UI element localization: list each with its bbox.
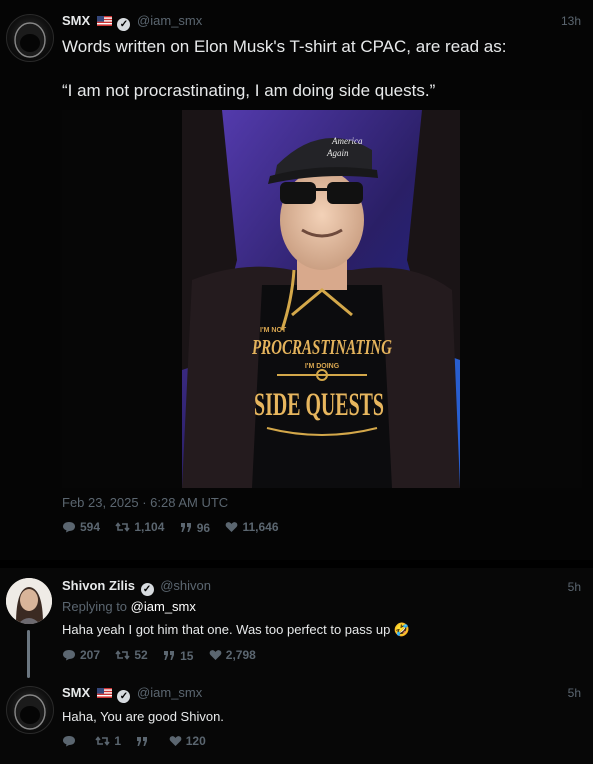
retweet-icon xyxy=(115,650,130,660)
tweet-photo[interactable]: America Again I'M NOT PROCRASTINATING I'… xyxy=(182,110,460,488)
author-handle[interactable]: @iam_smx xyxy=(137,685,202,700)
heart-icon xyxy=(169,736,182,746)
like-count: 2,798 xyxy=(225,648,256,662)
tweet-time[interactable]: 5h xyxy=(568,686,581,700)
quote-button[interactable] xyxy=(136,736,153,747)
shirt-small-text-1: I'M NOT xyxy=(260,327,287,334)
author-name[interactable]: SMX xyxy=(62,13,90,28)
retweet-count: 1 xyxy=(114,734,122,748)
shirt-big-text-1: PROCRASTINATING xyxy=(251,335,392,359)
thread-line xyxy=(27,630,30,678)
author-name[interactable]: SMX xyxy=(62,685,90,700)
quote-icon xyxy=(180,523,191,532)
reply-icon xyxy=(63,736,75,747)
retweet-icon xyxy=(95,736,110,746)
reply-icon xyxy=(63,522,75,533)
heart-icon xyxy=(226,522,238,532)
us-flag-icon xyxy=(96,688,112,698)
quote-icon xyxy=(164,651,175,660)
reply-tweet-1: Shivon Zilis ✓ @shivon 5h Replying to @i… xyxy=(0,568,593,680)
shirt-big-text-2: SIDE QUESTS xyxy=(254,387,384,423)
retweet-button[interactable]: 1,104 xyxy=(115,520,164,534)
tweet-text: Words written on Elon Musk's T-shirt at … xyxy=(62,36,506,102)
quote-icon xyxy=(137,737,148,746)
verified-badge-icon: ✓ xyxy=(117,690,131,703)
like-button[interactable]: 120 xyxy=(169,734,206,748)
tweet-stats: 1 120 xyxy=(62,734,218,750)
avatar-helmet-icon xyxy=(14,694,46,730)
replying-to: Replying to @iam_smx xyxy=(62,599,196,614)
retweet-button[interactable]: 52 xyxy=(115,648,148,662)
tweet-header: SMX ✓ @iam_smx xyxy=(62,13,202,31)
retweet-button[interactable]: 1 xyxy=(95,734,121,748)
shirt-small-text-2: I'M DOING xyxy=(305,363,340,370)
tweet-header: SMX ✓ @iam_smx xyxy=(62,685,202,703)
quote-button[interactable]: 15 xyxy=(163,649,193,663)
reply-button[interactable] xyxy=(62,735,80,747)
tweet-media[interactable]: America Again I'M NOT PROCRASTINATING I'… xyxy=(62,110,582,488)
reply-button[interactable]: 207 xyxy=(62,648,100,662)
quote-button[interactable]: 96 xyxy=(180,521,210,535)
replying-to-link[interactable]: @iam_smx xyxy=(131,599,196,614)
verified-badge-icon: ✓ xyxy=(117,18,131,31)
avatar-helmet-icon xyxy=(14,22,46,58)
tweet-text: Haha, You are good Shivon. xyxy=(62,709,224,724)
verified-badge-icon: ✓ xyxy=(140,583,154,596)
tweet-date[interactable]: Feb 23, 2025 · 6:28 AM UTC xyxy=(62,495,228,510)
quote-count: 15 xyxy=(180,648,194,663)
avatar-person-icon xyxy=(6,578,52,624)
hat-text-2: Again xyxy=(326,148,349,158)
tweet-stats: 207 52 15 2,798 xyxy=(62,648,268,664)
tweet-text: Haha yeah I got him that one. Was too pe… xyxy=(62,622,411,637)
replying-to-label: Replying to xyxy=(62,599,128,614)
main-tweet: SMX ✓ @iam_smx 13h Words written on Elon… xyxy=(0,0,593,560)
like-button[interactable]: 2,798 xyxy=(209,648,256,662)
retweet-count: 1,104 xyxy=(134,520,165,534)
like-count: 11,646 xyxy=(242,520,279,534)
retweet-icon xyxy=(115,522,130,532)
author-handle[interactable]: @shivon xyxy=(160,578,211,593)
author-handle[interactable]: @iam_smx xyxy=(137,13,202,28)
avatar[interactable] xyxy=(6,686,54,734)
reply-tweet-2: SMX ✓ @iam_smx 5h Haha, You are good Shi… xyxy=(0,680,593,764)
heart-icon xyxy=(209,650,222,660)
tweet-time[interactable]: 13h xyxy=(561,14,581,28)
reply-icon xyxy=(63,650,75,661)
retweet-count: 52 xyxy=(134,648,148,662)
author-name[interactable]: Shivon Zilis xyxy=(62,578,135,593)
reply-count: 207 xyxy=(80,648,101,662)
quote-count: 96 xyxy=(196,520,211,535)
avatar[interactable] xyxy=(6,578,52,624)
tweet-text-line-2: “I am not procrastinating, I am doing si… xyxy=(62,81,436,100)
avatar[interactable] xyxy=(6,14,54,62)
tweet-header: Shivon Zilis ✓ @shivon xyxy=(62,578,211,596)
tweet-stats: 594 1,104 96 11,646 xyxy=(62,520,291,536)
like-count: 120 xyxy=(185,734,206,748)
like-button[interactable]: 11,646 xyxy=(225,520,279,534)
reply-button[interactable]: 594 xyxy=(62,520,100,534)
tweet-text-line-1: Words written on Elon Musk's T-shirt at … xyxy=(62,37,507,56)
tweet-time[interactable]: 5h xyxy=(568,580,581,594)
hat-text-1: America xyxy=(331,136,363,146)
reply-count: 594 xyxy=(80,520,101,534)
us-flag-icon xyxy=(96,16,112,26)
